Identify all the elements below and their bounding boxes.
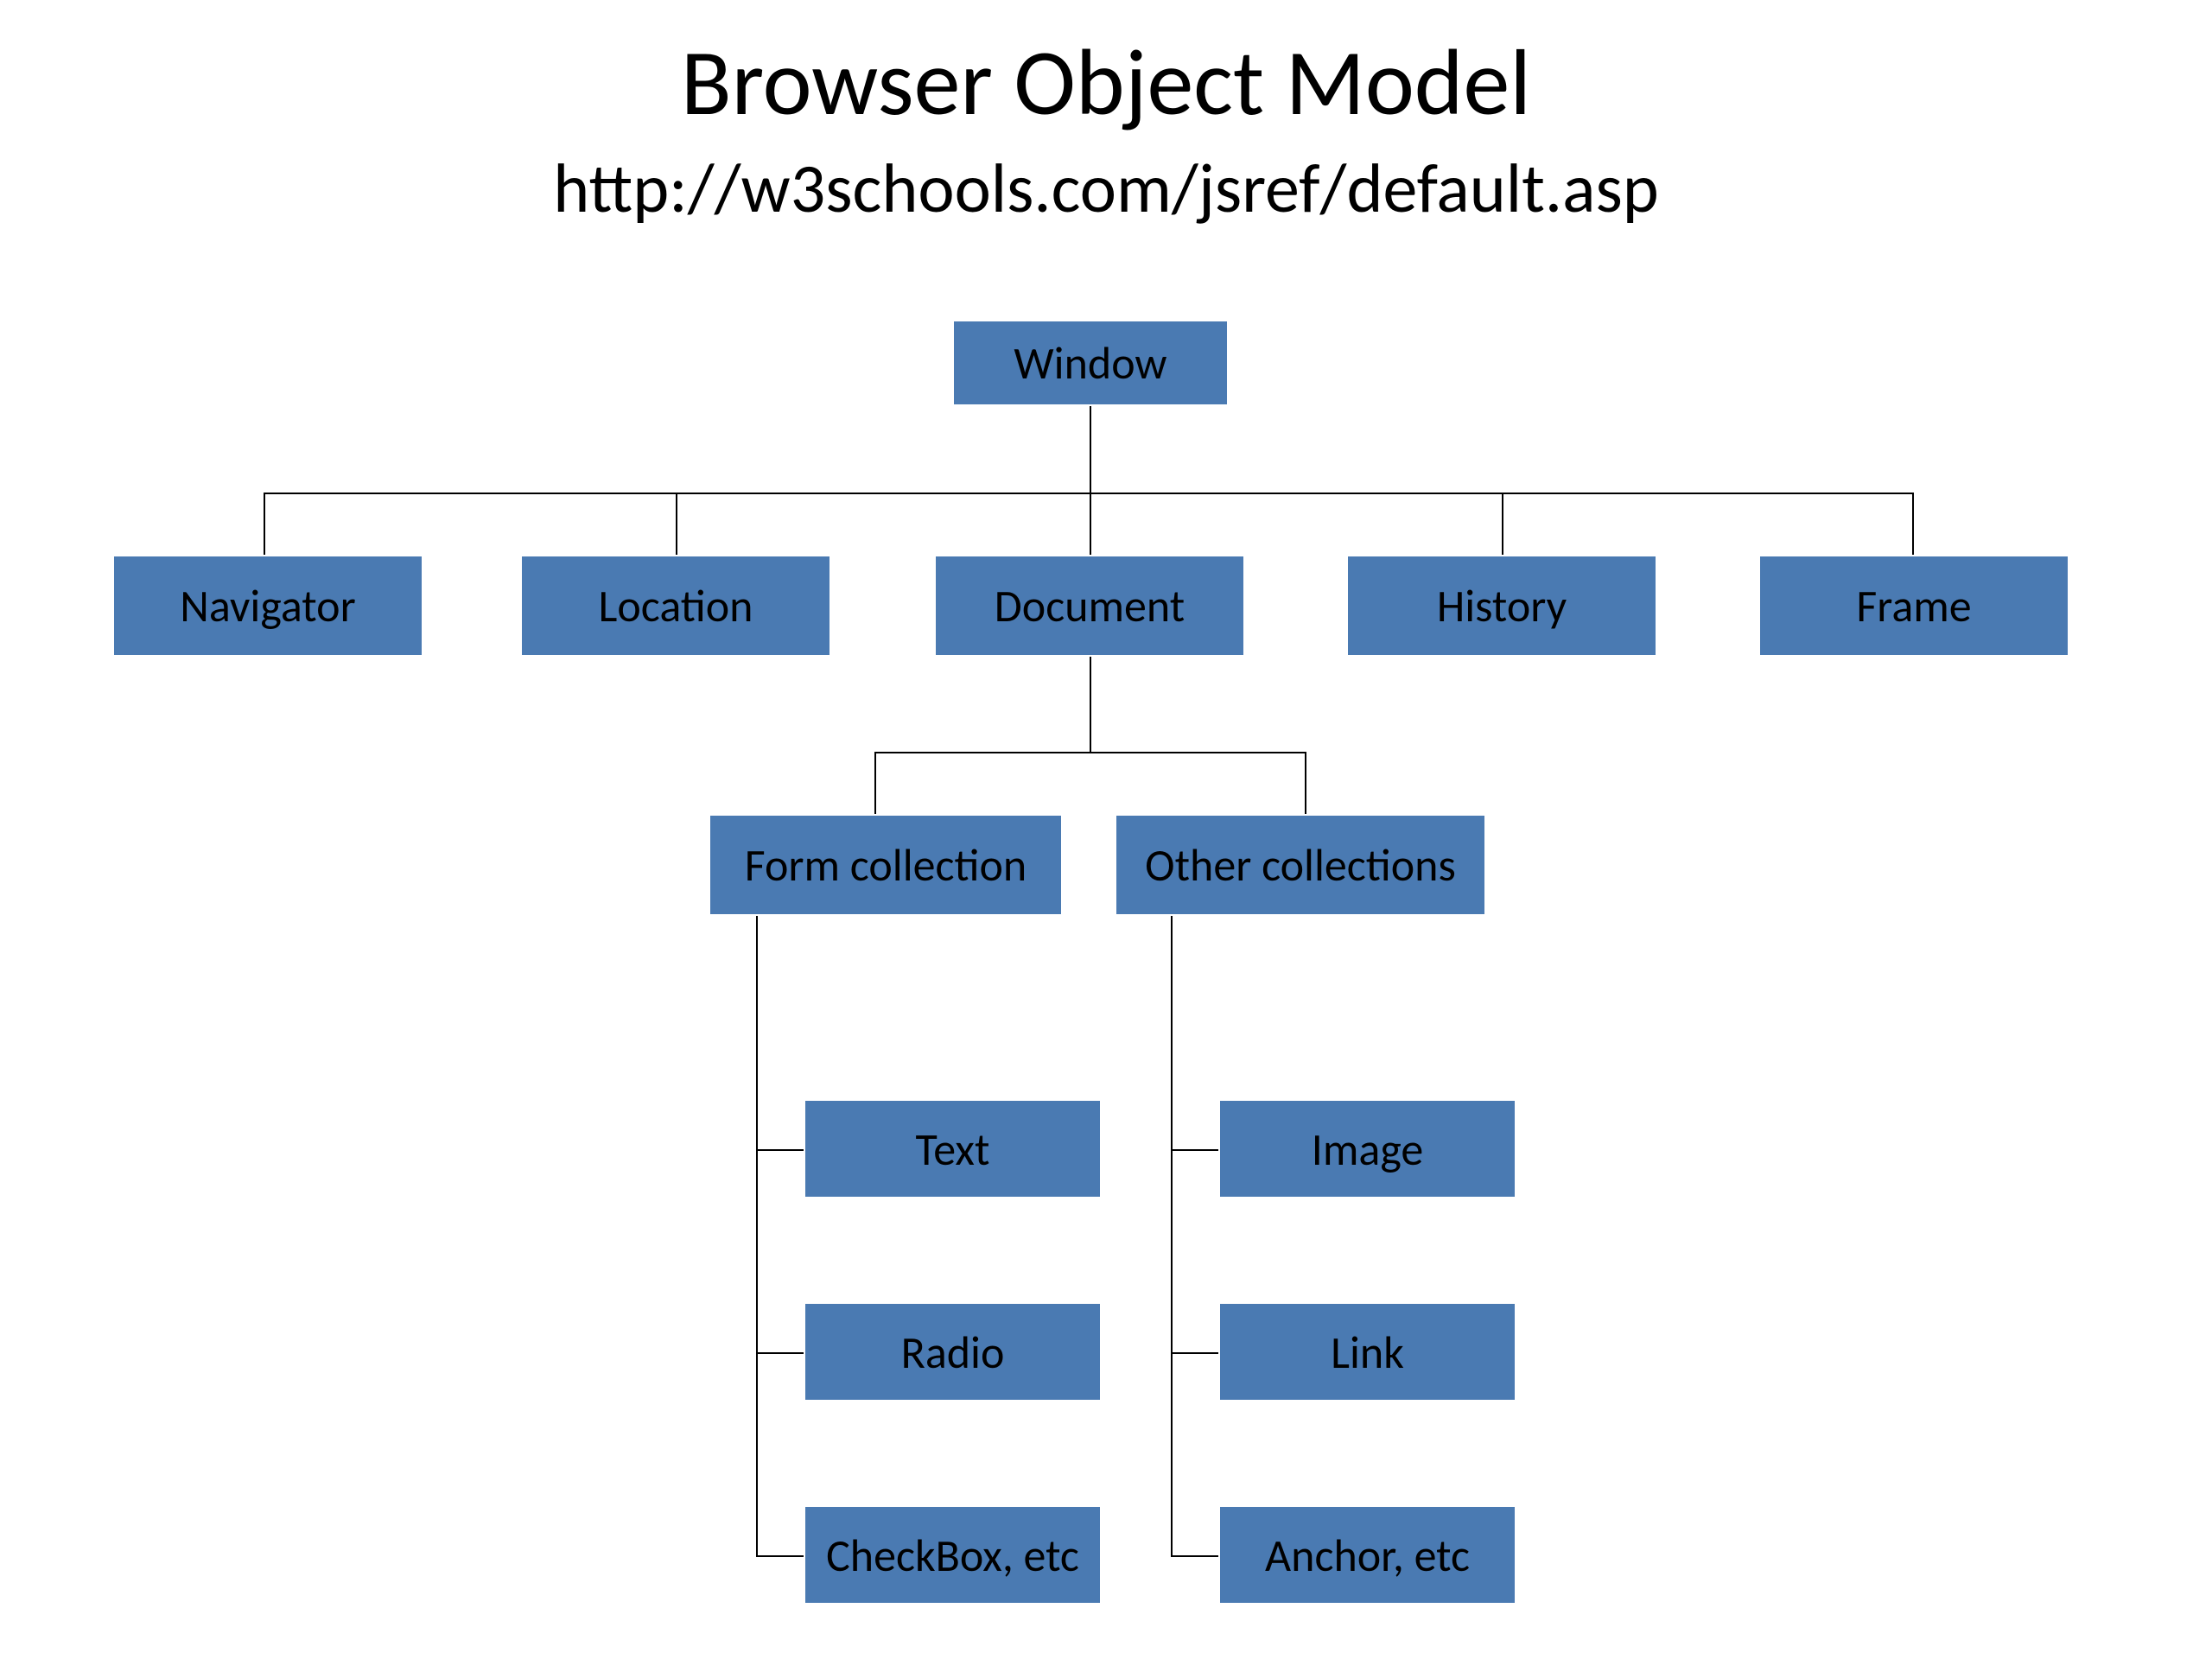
- node-navigator: Navigator: [112, 555, 423, 657]
- connector-tick: [756, 1149, 804, 1151]
- node-image: Image: [1218, 1099, 1516, 1198]
- connector-vertical: [1090, 406, 1091, 493]
- connector-drop: [1305, 752, 1306, 814]
- node-document: Document: [934, 555, 1245, 657]
- connector-tick: [1171, 1555, 1218, 1557]
- connector-drop: [1912, 493, 1914, 555]
- connector-tick: [756, 1352, 804, 1354]
- node-frame: Frame: [1758, 555, 2069, 657]
- node-anchor: Anchor, etc: [1218, 1505, 1516, 1605]
- connector-drop: [874, 752, 876, 814]
- diagram-subtitle: http://w3schools.com/jsref/default.asp: [0, 147, 2212, 231]
- connector-drop: [1090, 493, 1091, 555]
- connector-tick: [1171, 1352, 1218, 1354]
- node-radio: Radio: [804, 1302, 1102, 1402]
- node-checkbox: CheckBox, etc: [804, 1505, 1102, 1605]
- diagram-title: Browser Object Model: [0, 26, 2212, 140]
- node-link: Link: [1218, 1302, 1516, 1402]
- connector-drop: [1502, 493, 1503, 555]
- connector-spine-left: [756, 916, 758, 1555]
- connector-drop: [676, 493, 677, 555]
- connector-spine-right: [1171, 916, 1173, 1555]
- node-other-collections: Other collections: [1115, 814, 1486, 916]
- connector-drop: [264, 493, 265, 555]
- connector-tick: [756, 1555, 804, 1557]
- node-window: Window: [952, 320, 1229, 406]
- connector-vertical: [1090, 657, 1091, 752]
- node-form-collection: Form collection: [709, 814, 1063, 916]
- node-location: Location: [520, 555, 831, 657]
- connector-horizontal: [264, 493, 1914, 494]
- connector-horizontal: [874, 752, 1306, 753]
- node-history: History: [1346, 555, 1657, 657]
- node-text: Text: [804, 1099, 1102, 1198]
- connector-tick: [1171, 1149, 1218, 1151]
